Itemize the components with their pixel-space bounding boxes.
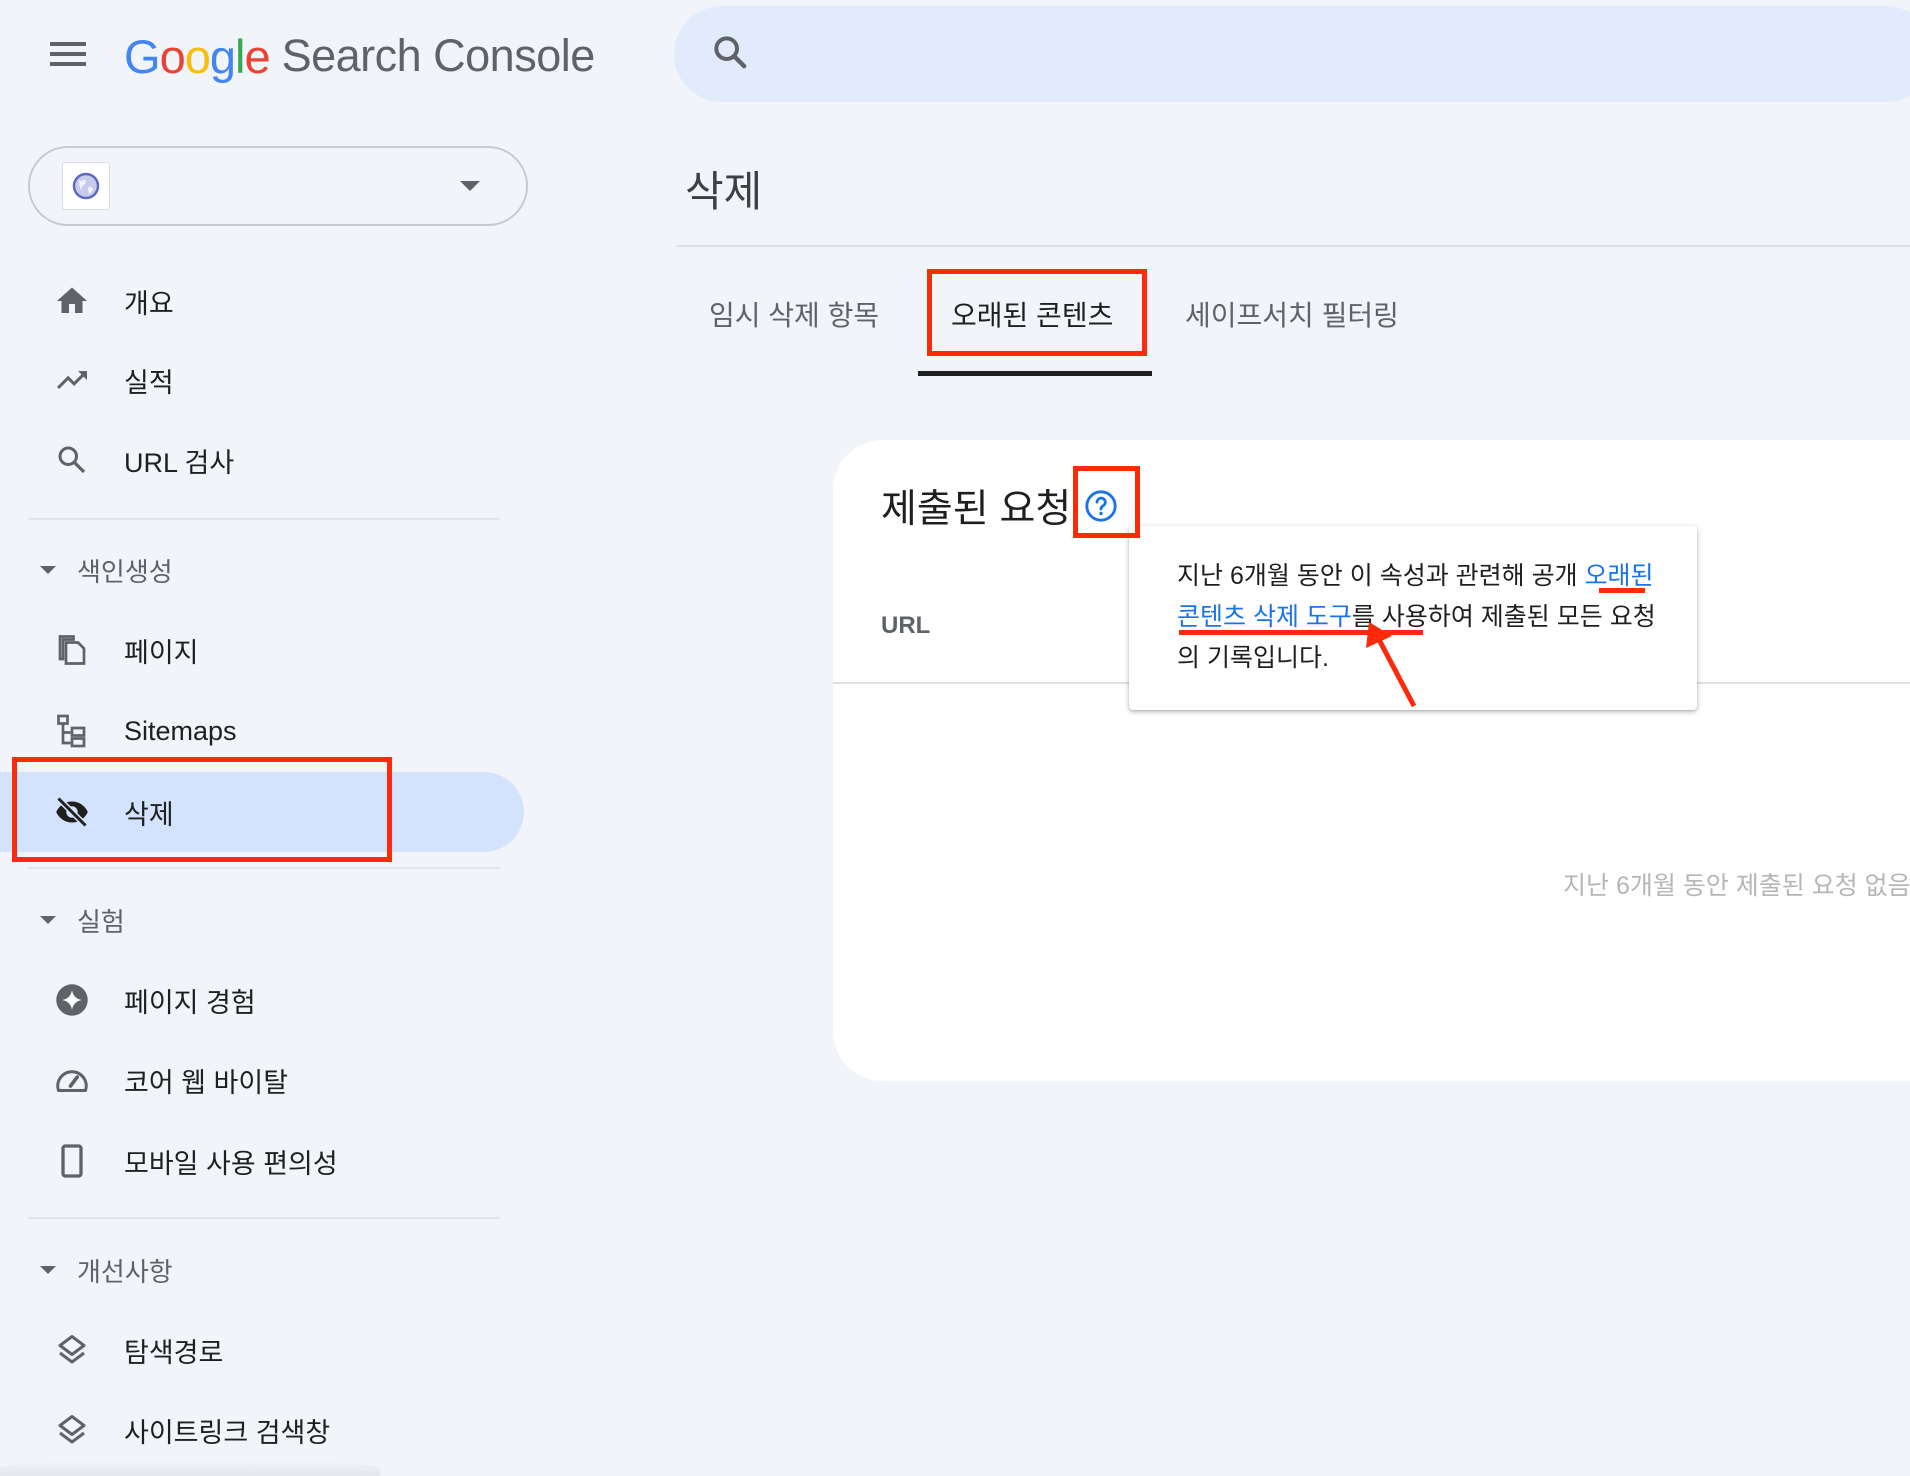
sidebar-section-indexing[interactable]: 색인생성	[0, 540, 524, 600]
empty-state-message: 지난 6개월 동안 제출된 요청 없음	[1563, 872, 1910, 900]
logo-letter: G	[124, 29, 161, 83]
section-label: 색인생성	[77, 556, 173, 587]
speedometer-icon	[56, 1070, 88, 1092]
active-tab-indicator	[918, 371, 1152, 376]
sidebar-item-removals[interactable]: 삭제	[0, 772, 524, 852]
sidebar-item-overview[interactable]: 개요	[0, 261, 524, 341]
sidebar-item-core-web-vitals[interactable]: 코어 웹 바이탈	[0, 1040, 524, 1120]
sidebar-item-url-inspection[interactable]: URL 검사	[0, 420, 524, 500]
help-circle-icon[interactable]	[1084, 489, 1118, 523]
tab-outdated-content[interactable]: 오래된 콘텐츠	[951, 294, 1113, 344]
eye-off-icon	[56, 796, 88, 828]
google-wordmark: Google	[124, 29, 271, 84]
sidebar-item-performance[interactable]: 실적	[0, 340, 524, 420]
property-favicon	[62, 162, 110, 210]
sidebar-item-label: 실적	[124, 367, 174, 398]
sidebar-item-label: 삭제	[124, 799, 174, 830]
search-icon[interactable]	[710, 32, 750, 72]
smartphone-icon	[61, 1144, 83, 1178]
sidebar-item-label: Sitemaps	[124, 715, 237, 746]
section-label: 실험	[77, 906, 125, 937]
sitemap-icon	[57, 714, 86, 748]
sidebar-item-label: 페이지	[124, 637, 199, 668]
sidebar-divider	[28, 1217, 500, 1219]
chevron-down-icon[interactable]	[460, 181, 480, 191]
annotation-arrow-icon	[1366, 622, 1417, 708]
sidebar-item-pages[interactable]: 페이지	[0, 610, 524, 690]
product-name: Search Console	[281, 30, 596, 81]
layers-icon	[58, 1335, 86, 1364]
sidebar-item-label: 탐색경로	[124, 1337, 224, 1368]
caret-down-icon	[40, 1266, 56, 1274]
logo-letter: o	[159, 29, 186, 83]
sidebar-item-label: 사이트링크 검색창	[124, 1417, 331, 1448]
sidebar-item-label: 코어 웹 바이탈	[124, 1067, 289, 1098]
logo-letter: o	[184, 29, 211, 83]
logo-letter: g	[209, 29, 236, 83]
trending-up-icon	[57, 371, 87, 389]
search-icon	[58, 446, 86, 474]
page-title: 삭제	[685, 168, 763, 215]
logo-letter: e	[244, 29, 270, 83]
sidebar-divider	[28, 518, 500, 520]
hamburger-line	[50, 42, 86, 46]
app-logo[interactable]: Google Search Console	[124, 26, 595, 86]
main-menu-button[interactable]	[46, 36, 90, 72]
sidebar-item-sitelinks-searchbox[interactable]: 사이트링크 검색창	[0, 1390, 524, 1470]
sparkle-icon	[56, 984, 88, 1016]
card-title: 제출된 요청	[881, 488, 1072, 531]
tab-safesearch-filtering[interactable]: 세이프서치 필터링	[1185, 294, 1399, 344]
sidebar-item-label: URL 검사	[124, 447, 235, 478]
hamburger-line	[50, 62, 86, 66]
sidebar-item-label: 모바일 사용 편의성	[124, 1148, 338, 1179]
sidebar-section-enhancements[interactable]: 개선사항	[0, 1240, 524, 1300]
scroll-shadow	[0, 1460, 380, 1476]
sidebar-divider	[28, 867, 500, 869]
globe-icon	[72, 172, 100, 200]
home-icon	[57, 287, 87, 313]
title-divider	[676, 245, 1910, 247]
search-input[interactable]	[674, 6, 1910, 102]
layers-icon	[58, 1415, 86, 1444]
column-header-url[interactable]: URL	[881, 612, 930, 640]
sidebar-item-page-experience[interactable]: 페이지 경험	[0, 960, 524, 1040]
tab-temporary-removals[interactable]: 임시 삭제 항목	[709, 294, 879, 344]
sidebar-item-breadcrumbs[interactable]: 탐색경로	[0, 1310, 524, 1390]
hamburger-line	[50, 52, 86, 56]
sidebar-item-sitemaps[interactable]: Sitemaps	[0, 691, 524, 771]
sidebar-item-label: 개요	[124, 288, 174, 319]
caret-down-icon	[40, 916, 56, 924]
caret-down-icon	[40, 566, 56, 574]
section-label: 개선사항	[77, 1256, 173, 1287]
tooltip-text-before: 지난 6개월 동안 이 속성과 관련해 공개	[1177, 562, 1585, 590]
sidebar-item-mobile-usability[interactable]: 모바일 사용 편의성	[0, 1121, 524, 1201]
sidebar-item-label: 페이지 경험	[124, 987, 256, 1018]
sidebar-section-experience[interactable]: 실험	[0, 890, 524, 950]
pages-icon	[58, 635, 86, 665]
